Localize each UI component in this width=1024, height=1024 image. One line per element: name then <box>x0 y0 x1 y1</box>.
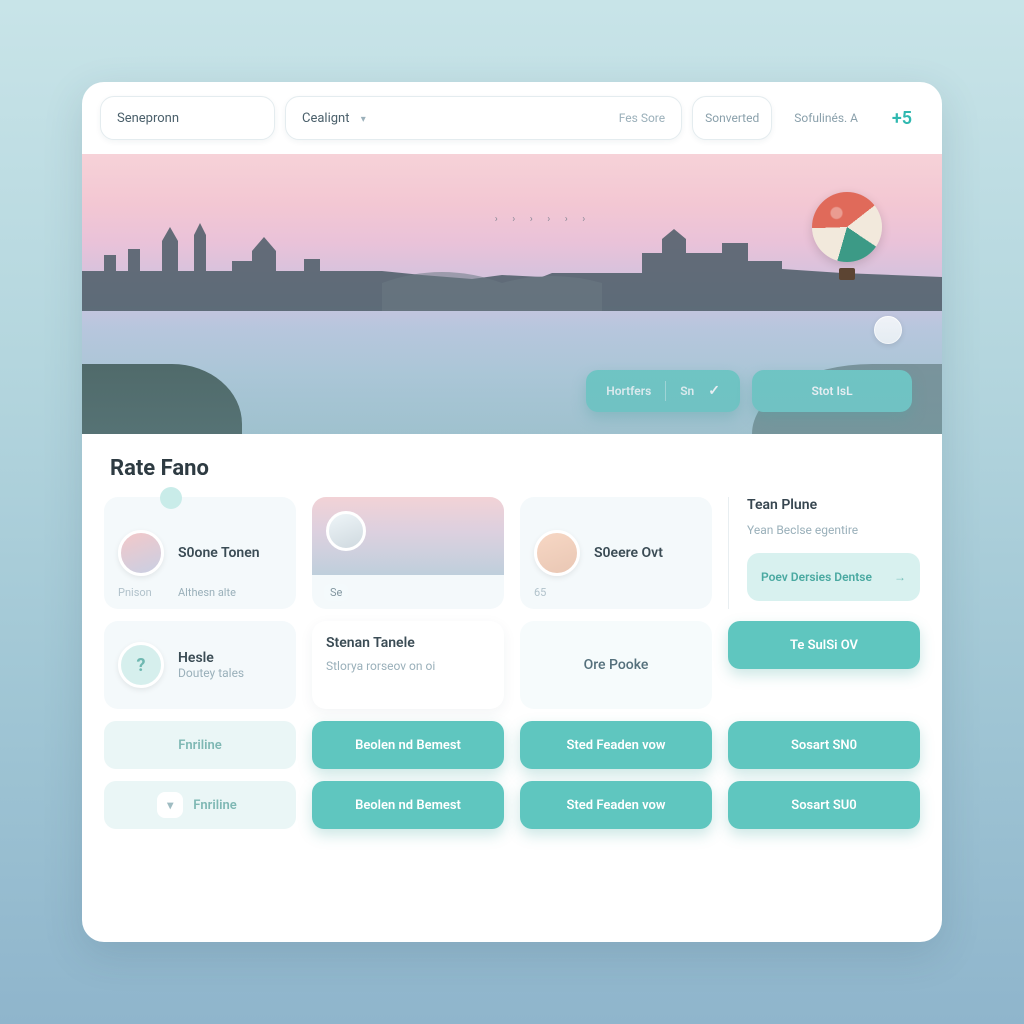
sidebar-panel: Tean Plune Yean Beclse egentire Poev Der… <box>728 497 920 609</box>
avatar <box>118 530 164 576</box>
app-card: Senepronn Cealignt ▾ Fes Sore Sonverted … <box>82 82 942 942</box>
sidebar-title: Tean Plune <box>747 497 920 513</box>
action-button-r4c2[interactable]: Beolen nd Bemest <box>312 781 504 829</box>
tile-title: Stenan Tanele <box>326 635 490 651</box>
chevron-down-icon: ▾ <box>361 114 366 125</box>
tile-photo[interactable]: Se <box>312 497 504 609</box>
action-label: Beolen nd Bemest <box>355 798 461 813</box>
action-button-r4c4[interactable]: Sosart SU0 <box>728 781 920 829</box>
action-button-r3c4[interactable]: Sosart SN0 <box>728 721 920 769</box>
action-label: Sosart SU0 <box>791 798 856 813</box>
action-label: Beolen nd Bemest <box>355 738 461 753</box>
hero-banner: › › › › › › Hortfers Sn ✓ Stot IsL <box>82 154 942 434</box>
tile-value: 65 <box>534 586 546 599</box>
cta-button-r2[interactable]: Te SulSi OV <box>728 621 920 669</box>
search-input[interactable]: Senepronn <box>100 96 275 140</box>
action-button-r3c2[interactable]: Beolen nd Bemest <box>312 721 504 769</box>
shore-left-decoration <box>82 364 242 434</box>
sidebar-chip-label: Poev Dersies Dentse <box>761 570 872 584</box>
sidebar-subtitle: Yean Beclse egentire <box>747 523 920 537</box>
tile-foot-left: Pnison <box>118 586 152 599</box>
divider <box>665 381 666 401</box>
tile-sub: Doutey tales <box>178 666 244 680</box>
action-label: Fnriline <box>193 798 236 813</box>
tile-title: S0one Tonen <box>178 545 282 561</box>
tile-title: S0eere Ovt <box>594 545 698 561</box>
tile-destination-1[interactable]: S0one Tonen Pnison Althesn alte <box>104 497 296 609</box>
more-filters-button[interactable]: +5 <box>880 96 924 140</box>
section-title: Rate Fano <box>110 456 914 481</box>
tile-title: Ore Pooke <box>584 657 649 673</box>
sort-label: Sonverted <box>705 111 759 125</box>
tile-title: Hesle <box>178 650 244 666</box>
settings-link[interactable]: Sofulinés. A <box>782 96 870 140</box>
action-label: Fnriline <box>178 738 221 753</box>
tile-featured[interactable]: Stenan Tanele Stlorya rorseov on oi <box>312 621 504 709</box>
action-button-r4c1[interactable]: ▾ Fnriline <box>104 781 296 829</box>
favorite-indicator[interactable] <box>874 316 902 344</box>
category-label: Cealignt <box>302 111 349 126</box>
tile-photo-image <box>312 497 504 575</box>
section-header: Rate Fano <box>82 434 942 487</box>
more-filters-label: +5 <box>892 108 912 129</box>
badge-decoration <box>160 487 182 509</box>
cta-label: Te SulSi OV <box>790 638 858 653</box>
balloon-decoration <box>812 192 882 282</box>
hero-button-secondary-label: Stot IsL <box>811 384 852 398</box>
sidebar-chip[interactable]: Poev Dersies Dentse → <box>747 553 920 601</box>
tile-foot-right: Althesn alte <box>178 586 236 599</box>
topbar: Senepronn Cealignt ▾ Fes Sore Sonverted … <box>82 82 942 140</box>
tile-destination-2[interactable]: S0eere Ovt 65 <box>520 497 712 609</box>
sort-select[interactable]: Sonverted <box>692 96 772 140</box>
shore-right-decoration <box>752 364 942 434</box>
tile-help[interactable]: ? Hesle Doutey tales <box>104 621 296 709</box>
hero-button-primary-a: Hortfers <box>606 384 651 398</box>
check-icon: ✓ <box>708 383 720 399</box>
action-button-r3c1[interactable]: Fnriline <box>104 721 296 769</box>
category-select[interactable]: Cealignt ▾ Fes Sore <box>285 96 682 140</box>
hero-actions: Hortfers Sn ✓ Stot IsL <box>586 370 912 412</box>
action-label: Sosart SN0 <box>791 738 857 753</box>
settings-label: Sofulinés. A <box>794 111 858 125</box>
action-button-r4c3[interactable]: Sted Feaden vow <box>520 781 712 829</box>
hero-button-primary[interactable]: Hortfers Sn ✓ <box>586 370 740 412</box>
tile-photo-caption: Se <box>324 584 348 601</box>
action-label: Sted Feaden vow <box>566 798 665 813</box>
hero-button-primary-b: Sn <box>680 384 694 398</box>
question-icon: ? <box>118 642 164 688</box>
hero-button-secondary[interactable]: Stot IsL <box>752 370 912 412</box>
action-label: Sted Feaden vow <box>566 738 665 753</box>
avatar <box>534 530 580 576</box>
chevron-down-icon: ▾ <box>157 792 183 818</box>
arrow-right-icon: → <box>894 570 906 584</box>
action-button-r3c3[interactable]: Sted Feaden vow <box>520 721 712 769</box>
category-hint: Fes Sore <box>619 111 665 125</box>
search-placeholder: Senepronn <box>117 111 179 126</box>
tile-sub: Stlorya rorseov on oi <box>326 659 490 673</box>
content-grid: S0one Tonen Pnison Althesn alte Se S0eer… <box>82 487 942 847</box>
tile-option[interactable]: Ore Pooke <box>520 621 712 709</box>
